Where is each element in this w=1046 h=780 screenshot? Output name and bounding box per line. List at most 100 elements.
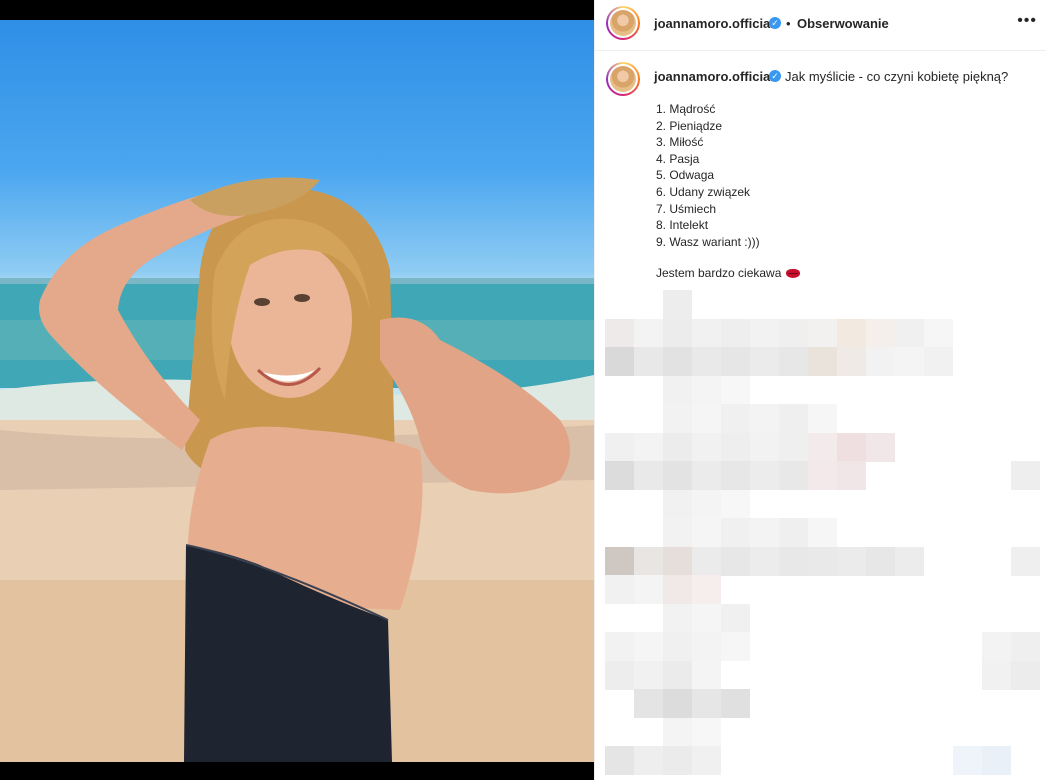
blur-pixel bbox=[837, 347, 866, 376]
blur-pixel bbox=[1011, 461, 1040, 490]
blur-pixel bbox=[634, 575, 663, 604]
list-item: 7. Uśmiech bbox=[656, 201, 717, 216]
blur-pixel bbox=[605, 432, 634, 462]
blur-pixel bbox=[750, 518, 779, 547]
blur-pixel bbox=[692, 518, 721, 547]
blur-pixel bbox=[750, 404, 779, 433]
blur-pixel bbox=[692, 717, 721, 747]
verified-badge-icon: ✓ bbox=[769, 17, 781, 29]
blur-pixel bbox=[692, 432, 721, 462]
blur-pixel bbox=[634, 632, 663, 661]
blur-pixel bbox=[750, 432, 779, 462]
blur-pixel bbox=[779, 404, 808, 433]
caption-text: Jak myślicie - co czyni kobietę piękną? bbox=[785, 69, 1009, 84]
blur-pixel bbox=[692, 689, 721, 718]
blur-pixel bbox=[663, 518, 692, 547]
avatar[interactable] bbox=[606, 6, 640, 40]
blur-pixel bbox=[605, 632, 634, 661]
blur-pixel bbox=[663, 290, 692, 319]
blur-pixel bbox=[721, 432, 750, 462]
blur-pixel bbox=[721, 603, 750, 633]
blur-pixel bbox=[1011, 660, 1040, 690]
list-item: 9. Wasz wariant :))) bbox=[656, 234, 760, 249]
blur-pixel bbox=[837, 432, 866, 462]
blur-pixel bbox=[692, 575, 721, 604]
blur-pixel bbox=[692, 347, 721, 376]
blur-pixel bbox=[866, 546, 895, 576]
more-options-icon[interactable]: ••• bbox=[1017, 12, 1037, 30]
blur-pixel bbox=[663, 575, 692, 604]
blur-pixel bbox=[721, 546, 750, 576]
post-photo-panel bbox=[0, 0, 594, 780]
blur-pixel bbox=[808, 347, 837, 376]
blur-pixel bbox=[663, 404, 692, 433]
blur-pixel bbox=[663, 375, 692, 405]
blur-pixel bbox=[808, 518, 837, 547]
blur-pixel bbox=[605, 575, 634, 604]
blur-pixel bbox=[721, 375, 750, 405]
blur-pixel bbox=[924, 347, 953, 376]
blur-pixel bbox=[663, 660, 692, 690]
blur-pixel bbox=[634, 660, 663, 690]
blur-pixel bbox=[721, 689, 750, 718]
list-item: 5. Odwaga bbox=[656, 168, 715, 183]
blur-pixel bbox=[837, 461, 866, 490]
blur-pixel bbox=[721, 461, 750, 490]
blur-pixel bbox=[663, 318, 692, 348]
blur-pixel bbox=[692, 318, 721, 348]
list-item: 6. Udany związek bbox=[656, 184, 751, 199]
blur-pixel bbox=[750, 347, 779, 376]
blur-pixel bbox=[866, 318, 895, 348]
blur-pixel bbox=[663, 746, 692, 775]
list-item: 3. Miłość bbox=[656, 135, 704, 150]
blur-pixel bbox=[692, 660, 721, 690]
blur-pixel bbox=[721, 347, 750, 376]
blur-pixel bbox=[779, 546, 808, 576]
blur-pixel bbox=[692, 375, 721, 405]
blur-pixel bbox=[692, 546, 721, 576]
blur-pixel bbox=[808, 318, 837, 348]
blur-pixel bbox=[634, 347, 663, 376]
blur-pixel bbox=[692, 746, 721, 775]
blur-pixel bbox=[779, 461, 808, 490]
blur-pixel bbox=[779, 318, 808, 348]
blur-pixel bbox=[663, 347, 692, 376]
header-username[interactable]: joannamoro.official bbox=[654, 16, 774, 31]
blur-pixel bbox=[634, 318, 663, 348]
blur-pixel bbox=[605, 318, 634, 348]
blur-pixel bbox=[953, 746, 982, 775]
following-button[interactable]: Obserwowanie bbox=[797, 16, 889, 31]
blur-pixel bbox=[895, 318, 924, 348]
profile-picture bbox=[610, 10, 636, 36]
blur-pixel bbox=[692, 461, 721, 490]
blur-pixel bbox=[634, 461, 663, 490]
blur-pixel bbox=[779, 432, 808, 462]
blur-pixel bbox=[663, 603, 692, 633]
blur-pixel bbox=[895, 546, 924, 576]
blur-pixel bbox=[837, 546, 866, 576]
blur-pixel bbox=[605, 347, 634, 376]
caption-avatar[interactable] bbox=[606, 62, 640, 96]
blur-pixel bbox=[721, 318, 750, 348]
blur-pixel bbox=[692, 404, 721, 433]
blur-pixel bbox=[721, 632, 750, 661]
blur-pixel bbox=[663, 689, 692, 718]
blur-pixel bbox=[605, 546, 634, 576]
blur-pixel bbox=[779, 518, 808, 547]
blur-pixel bbox=[634, 746, 663, 775]
blur-pixel bbox=[866, 432, 895, 462]
post-photo[interactable] bbox=[0, 20, 594, 762]
blur-pixel bbox=[750, 318, 779, 348]
post-details-panel: joannamoro.official ✓ • Obserwowanie •••… bbox=[594, 0, 1046, 780]
caption-closing-text: Jestem bardzo ciekawa bbox=[656, 266, 782, 280]
list-item: 1. Mądrość bbox=[656, 102, 716, 116]
blur-pixel bbox=[721, 404, 750, 433]
separator-dot: • bbox=[786, 16, 791, 31]
beach-portrait-illustration bbox=[0, 177, 594, 762]
list-item: 2. Pieniądze bbox=[656, 118, 723, 133]
caption-profile-picture bbox=[610, 66, 636, 92]
post-header: joannamoro.official ✓ • Obserwowanie ••• bbox=[595, 0, 1046, 51]
blur-pixel bbox=[750, 546, 779, 576]
blur-pixel bbox=[721, 489, 750, 519]
caption-username[interactable]: joannamoro.official bbox=[654, 69, 774, 84]
